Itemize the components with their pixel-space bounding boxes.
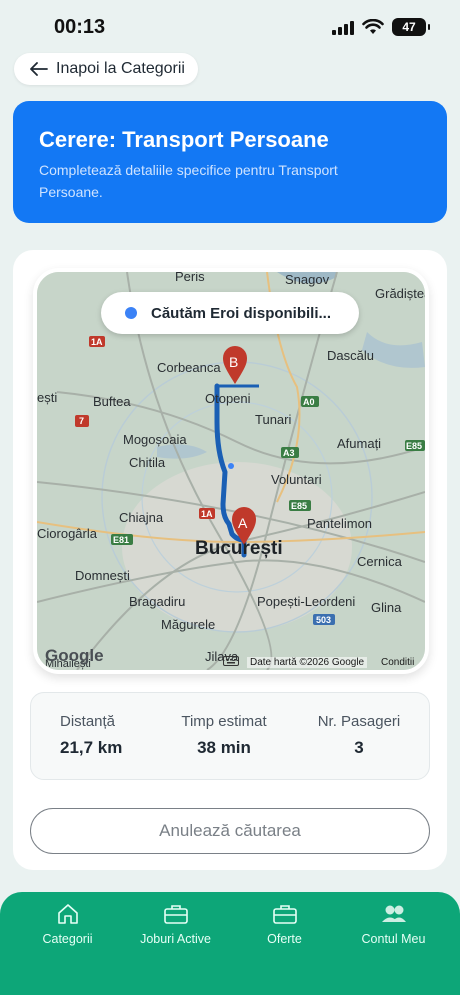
- svg-text:1A: 1A: [201, 509, 213, 519]
- map-place: Domnești: [75, 568, 130, 583]
- nav-label: Oferte: [267, 932, 302, 946]
- stat-label: Timp estimat: [181, 713, 267, 730]
- stat-passengers: Nr. Pasageri 3: [299, 713, 419, 758]
- map-place: Dascălu: [327, 348, 374, 363]
- status-time: 00:13: [54, 16, 106, 38]
- map-place: Corbeanca: [157, 360, 221, 375]
- map-marker-b-label: B: [229, 354, 239, 370]
- map-place: Snagov: [285, 272, 330, 287]
- map-place: Buftea: [93, 394, 131, 409]
- svg-text:E85: E85: [406, 441, 422, 451]
- cancel-search-button[interactable]: Anulează căutarea: [30, 808, 430, 854]
- map-place: Glina: [371, 600, 402, 615]
- bottom-navigation: Categorii Joburi Active Oferte Contul Me…: [0, 892, 460, 995]
- status-icons: 47: [332, 18, 430, 36]
- stat-value: 3: [354, 738, 364, 757]
- home-icon: [57, 904, 78, 924]
- stat-label: Nr. Pasageri: [317, 713, 401, 730]
- map-place: Peris: [175, 269, 205, 284]
- map-place: Măgurele: [161, 617, 216, 632]
- nav-label: Contul Meu: [361, 932, 426, 946]
- map-place: Mogoșoaia: [123, 432, 187, 447]
- map-attribution: Date hartă ©2026 Google: [247, 657, 368, 668]
- map-place: Bragadiru: [129, 594, 186, 609]
- nav-label: Categorii: [42, 932, 93, 946]
- map-terms-link[interactable]: Conditii: [381, 657, 414, 668]
- searching-status-text: Căutăm Eroi disponibili...: [151, 304, 332, 322]
- status-dot-icon: [125, 307, 137, 319]
- subtitle-line-2: Persoane.: [39, 184, 103, 200]
- google-logo: Google: [45, 646, 104, 665]
- nav-label: Joburi Active: [140, 932, 211, 946]
- svg-text:A3: A3: [283, 448, 295, 458]
- map-place: Popești-Leordeni: [257, 594, 356, 609]
- cellular-signal-icon: [332, 19, 354, 35]
- trip-stats-panel: Distanță 21,7 km Timp estimat 38 min Nr.…: [30, 692, 430, 780]
- map-place: Ciorogârla: [37, 526, 97, 541]
- svg-text:A0: A0: [303, 397, 315, 407]
- map-place: Pantelimon: [307, 516, 373, 531]
- subtitle-line-1: Completează detaliile specifice pentru T…: [39, 162, 338, 178]
- svg-text:7: 7: [79, 416, 84, 426]
- map-place: Grădiștea: [375, 286, 429, 301]
- map-place: Chitila: [129, 455, 166, 470]
- wifi-icon: [362, 19, 384, 34]
- searching-status-pill: Căutăm Eroi disponibili...: [101, 292, 359, 334]
- back-to-categories-button[interactable]: Inapoi la Categorii: [14, 53, 198, 85]
- map-place: Cernica: [357, 554, 402, 569]
- map-place: Tunari: [255, 412, 292, 427]
- page-title: Cerere: Transport Persoane: [39, 127, 329, 152]
- map-place: Afumați: [337, 436, 382, 451]
- request-header-card: Cerere: Transport Persoane Completează d…: [13, 101, 447, 223]
- map-place: ești: [37, 390, 58, 405]
- status-bar: 00:13 47: [0, 0, 460, 56]
- arrow-left-icon: [30, 62, 48, 76]
- map-marker-a-label: A: [238, 515, 248, 531]
- stat-value: 38 min: [197, 738, 251, 757]
- map-city-bucuresti: București: [195, 538, 283, 559]
- svg-text:E85: E85: [291, 501, 307, 511]
- stat-estimated-time: Timp estimat 38 min: [174, 713, 274, 758]
- map-place: Otopeni: [205, 391, 251, 406]
- battery-icon: 47: [392, 18, 430, 36]
- svg-text:503: 503: [316, 615, 331, 625]
- nav-item-oferte[interactable]: Oferte: [227, 902, 342, 946]
- request-details-card: 1A A0 A3 E85 E81 E85 503 7 1A B A Peris …: [13, 250, 447, 870]
- briefcase-icon: [163, 905, 188, 924]
- page-subtitle: Completează detaliile specifice pentru T…: [39, 159, 421, 203]
- briefcase-icon: [272, 905, 297, 924]
- nav-item-categorii[interactable]: Categorii: [10, 902, 125, 946]
- back-button-label: Inapoi la Categorii: [56, 60, 185, 77]
- users-icon: [381, 905, 406, 922]
- svg-text:E81: E81: [113, 535, 129, 545]
- route-map[interactable]: 1A A0 A3 E85 E81 E85 503 7 1A B A Peris …: [33, 268, 429, 674]
- nav-item-joburi-active[interactable]: Joburi Active: [118, 902, 233, 946]
- map-place: Chiajna: [119, 510, 164, 525]
- nav-item-contul-meu[interactable]: Contul Meu: [336, 902, 451, 946]
- keyboard-icon[interactable]: [223, 656, 239, 666]
- svg-text:1A: 1A: [91, 337, 103, 347]
- map-place: Voluntari: [271, 472, 322, 487]
